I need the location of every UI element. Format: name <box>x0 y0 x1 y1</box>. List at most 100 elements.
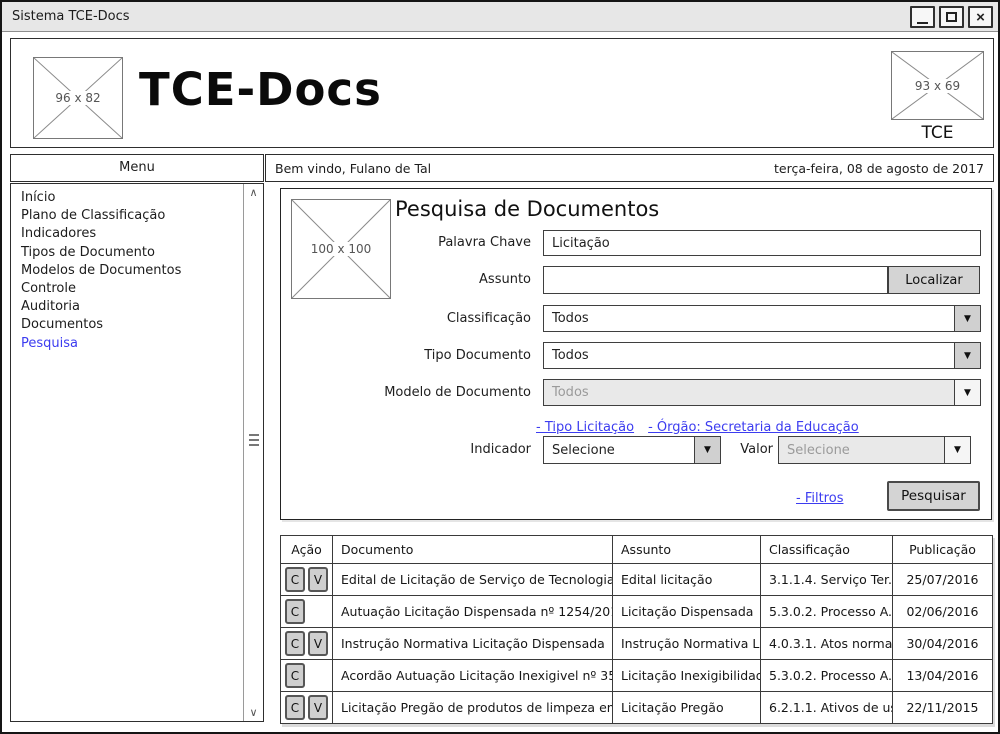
table-row: CV Licitação Pregão de produtos de limpe… <box>281 692 993 724</box>
maximize-button[interactable] <box>939 6 964 28</box>
sidebar-item-indicadores[interactable]: Indicadores <box>21 225 243 243</box>
sidebar-item-controle[interactable]: Controle <box>21 280 243 298</box>
filters-link[interactable]: - Filtros <box>796 491 843 506</box>
action-c-button[interactable]: C <box>285 631 305 656</box>
scrollbar-grip[interactable] <box>249 431 259 449</box>
sidebar-title: Menu <box>10 154 264 182</box>
doctype-value: Todos <box>544 343 954 368</box>
welcome-bar: Bem vindo, Fulano de Tal terça-feira, 08… <box>265 154 994 182</box>
maximize-icon <box>946 12 957 22</box>
action-cell: CV <box>281 692 333 724</box>
active-filter-links: - Tipo Licitação - Órgão: Secretaria da … <box>536 420 859 435</box>
scroll-down-icon[interactable]: ∨ <box>244 706 263 719</box>
publication-cell: 22/11/2015 <box>893 692 993 724</box>
docmodel-label: Modelo de Documento <box>281 379 531 406</box>
welcome-greeting: Bem vindo, Fulano de Tal <box>275 161 431 176</box>
sidebar-item-modelos-de-documentos[interactable]: Modelos de Documentos <box>21 262 243 280</box>
docmodel-value: Todos <box>544 380 954 405</box>
valor-label: Valor <box>731 436 773 464</box>
title-bar: Sistema TCE-Docs × <box>2 2 998 32</box>
search-title: Pesquisa de Documentos <box>395 197 659 221</box>
indicator-label: Indicador <box>281 436 531 464</box>
sidebar-menu-list: InícioPlano de ClassificaçãoIndicadoresT… <box>11 184 243 721</box>
search-panel: 100 x 100 Pesquisa de Documentos Palavra… <box>280 188 992 520</box>
classification-cell: 5.3.0.2. Processo A... <box>761 660 893 692</box>
action-cell: C <box>281 596 333 628</box>
close-button[interactable]: × <box>968 6 993 28</box>
sidebar-item-início[interactable]: Início <box>21 189 243 207</box>
action-c-button[interactable]: C <box>285 567 305 592</box>
classification-cell: 6.2.1.1. Ativos de us... <box>761 692 893 724</box>
app-title: TCE-Docs <box>139 63 382 116</box>
doctype-label: Tipo Documento <box>281 342 531 369</box>
sidebar-item-plano-de-classificação[interactable]: Plano de Classificação <box>21 207 243 225</box>
subject-cell: Licitação Inexigibilidade <box>613 660 761 692</box>
classification-dropdown[interactable]: Todos ▼ <box>543 305 981 332</box>
indicator-dropdown[interactable]: Selecione ▼ <box>543 436 721 464</box>
current-date: terça-feira, 08 de agosto de 2017 <box>774 161 984 176</box>
results-table: Ação Documento Assunto Classificação Pub… <box>280 535 993 724</box>
classification-cell: 3.1.1.4. Serviço Ter... <box>761 564 893 596</box>
classification-cell: 5.3.0.2. Processo A... <box>761 596 893 628</box>
publication-cell: 25/07/2016 <box>893 564 993 596</box>
doctype-dropdown[interactable]: Todos ▼ <box>543 342 981 369</box>
keyword-label: Palavra Chave <box>281 230 531 256</box>
app-window: Sistema TCE-Docs × 96 x 82 TCE-Docs <box>0 0 1000 734</box>
column-header-assunto: Assunto <box>613 536 761 564</box>
sidebar-item-pesquisa[interactable]: Pesquisa <box>21 335 243 353</box>
logo-image-placeholder: 96 x 82 <box>33 57 123 139</box>
close-icon: × <box>976 10 985 25</box>
keyword-input[interactable] <box>543 230 981 256</box>
localizar-button[interactable]: Localizar <box>888 266 980 294</box>
table-row: CV Instrução Normativa Licitação Dispens… <box>281 628 993 660</box>
action-v-button[interactable]: V <box>308 567 328 592</box>
minimize-icon <box>917 11 928 24</box>
indicator-value: Selecione <box>544 437 694 463</box>
chevron-down-icon: ▼ <box>944 437 970 463</box>
document-cell: Autuação Licitação Dispensada nº 1254/20… <box>333 596 613 628</box>
table-row: CV Edital de Licitação de Serviço de Tec… <box>281 564 993 596</box>
subject-cell: Licitação Dispensada <box>613 596 761 628</box>
publication-cell: 13/04/2016 <box>893 660 993 692</box>
valor-dropdown: Selecione ▼ <box>778 436 971 464</box>
chevron-down-icon[interactable]: ▼ <box>954 306 980 331</box>
subject-input[interactable] <box>543 266 888 294</box>
subject-label: Assunto <box>281 266 531 294</box>
sidebar-item-auditoria[interactable]: Auditoria <box>21 298 243 316</box>
table-row: C Acordão Autuação Licitação Inexigivel … <box>281 660 993 692</box>
minimize-button[interactable] <box>910 6 935 28</box>
sidebar-scrollbar[interactable]: ∧ ∨ <box>243 184 263 721</box>
tce-image-placeholder: 93 x 69 <box>891 51 984 120</box>
column-header-publicacao: Publicação <box>893 536 993 564</box>
action-c-button[interactable]: C <box>285 695 305 720</box>
publication-cell: 02/06/2016 <box>893 596 993 628</box>
action-c-button[interactable]: C <box>285 663 305 688</box>
filter-link-orgao[interactable]: - Órgão: Secretaria da Educação <box>648 420 859 435</box>
filter-link-tipo-licitacao[interactable]: - Tipo Licitação <box>536 420 634 435</box>
chevron-down-icon: ▼ <box>954 380 980 405</box>
subject-cell: Instrução Normativa Lic... <box>613 628 761 660</box>
chevron-down-icon[interactable]: ▼ <box>954 343 980 368</box>
action-cell: CV <box>281 564 333 596</box>
sidebar-item-tipos-de-documento[interactable]: Tipos de Documento <box>21 244 243 262</box>
action-v-button[interactable]: V <box>308 695 328 720</box>
chevron-down-icon[interactable]: ▼ <box>694 437 720 463</box>
docmodel-dropdown: Todos ▼ <box>543 379 981 406</box>
action-cell: CV <box>281 628 333 660</box>
pesquisar-button[interactable]: Pesquisar <box>887 481 980 511</box>
placeholder-size-label: 93 x 69 <box>912 79 963 93</box>
window-controls: × <box>910 6 993 28</box>
action-cell: C <box>281 660 333 692</box>
sidebar-item-documentos[interactable]: Documentos <box>21 316 243 334</box>
tce-caption: TCE <box>891 123 984 143</box>
classification-value: Todos <box>544 306 954 331</box>
column-header-acao: Ação <box>281 536 333 564</box>
document-cell: Acordão Autuação Licitação Inexigivel nº… <box>333 660 613 692</box>
publication-cell: 30/04/2016 <box>893 628 993 660</box>
window-title: Sistema TCE-Docs <box>2 2 998 31</box>
placeholder-size-label: 96 x 82 <box>52 91 103 105</box>
action-c-button[interactable]: C <box>285 599 305 624</box>
table-row: C Autuação Licitação Dispensada nº 1254/… <box>281 596 993 628</box>
scroll-up-icon[interactable]: ∧ <box>244 186 263 199</box>
action-v-button[interactable]: V <box>308 631 328 656</box>
